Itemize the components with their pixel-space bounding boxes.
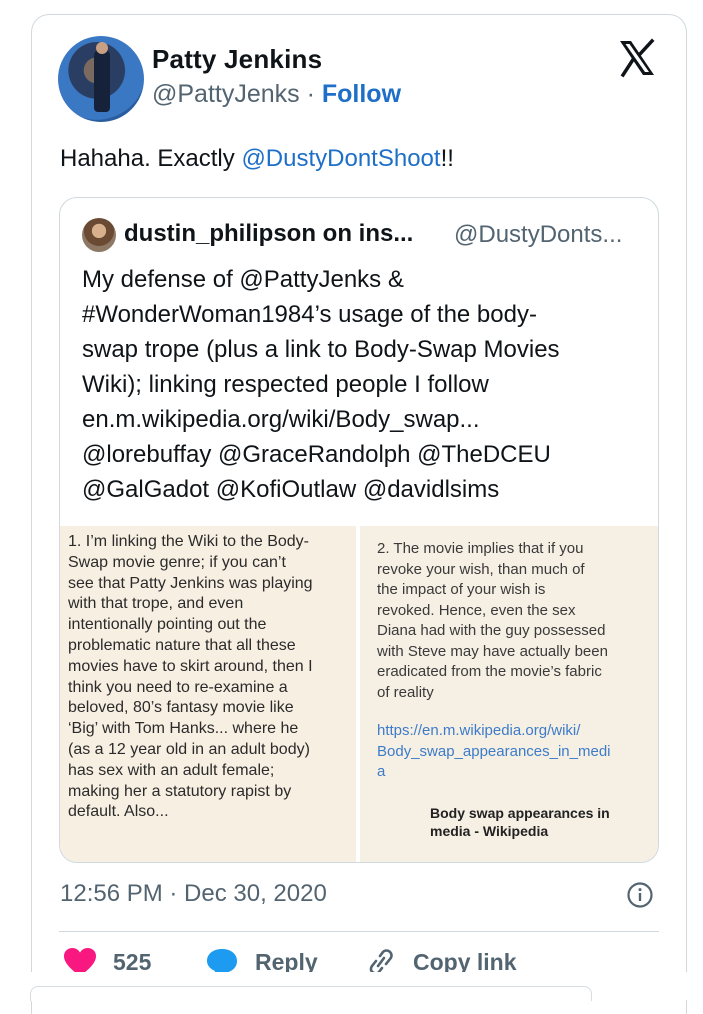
x-logo-icon[interactable] [617,38,657,78]
quoted-author-avatar [82,218,116,252]
media-right-text: 2. The movie implies that if you revoke … [377,540,608,701]
actions-divider [59,931,659,932]
avatar-figure [94,48,110,112]
media-left-text: 1. I’m linking the Wiki to the Body- Swa… [68,533,313,821]
author-handle[interactable]: @PattyJenks [152,80,300,108]
tweet-text-prefix: Hahaha. Exactly [60,145,242,172]
media-right-link: https://en.m.wikipedia.org/wiki/ Body_sw… [377,722,611,780]
info-icon[interactable] [626,881,654,909]
follow-button[interactable]: Follow [322,80,401,108]
media-right-link-card: Body swap appearances in media - Wikiped… [430,805,610,839]
author-avatar[interactable] [58,36,144,122]
author-handle-row: @PattyJenks · Follow [152,80,401,109]
quoted-media: 1. I’m linking the Wiki to the Body- Swa… [60,526,658,862]
avatar-head [96,42,108,54]
tweet-timestamp[interactable]: 12:56 PM · Dec 30, 2020 [60,880,327,908]
quoted-tweet[interactable]: dustin_philipson on ins... @DustyDonts..… [59,197,659,863]
quoted-tweet-text: My defense of @PattyJenks & #WonderWoman… [82,266,560,503]
bottom-card-edge [30,986,592,1001]
quoted-author-handle: @DustyDonts... [454,221,623,248]
tweet-text-suffix: !! [440,145,454,172]
author-name[interactable]: Patty Jenkins [152,44,322,75]
quoted-author-name: dustin_philipson on ins... [124,220,414,247]
media-image-right[interactable]: 2. The movie implies that if you revoke … [360,526,658,862]
tweet-text: Hahaha. Exactly @DustyDontShoot!! [60,143,454,175]
tweet-mention-link[interactable]: @DustyDontShoot [241,145,440,172]
handle-separator: · [299,80,322,108]
media-image-left[interactable]: 1. I’m linking the Wiki to the Body- Swa… [60,526,356,862]
